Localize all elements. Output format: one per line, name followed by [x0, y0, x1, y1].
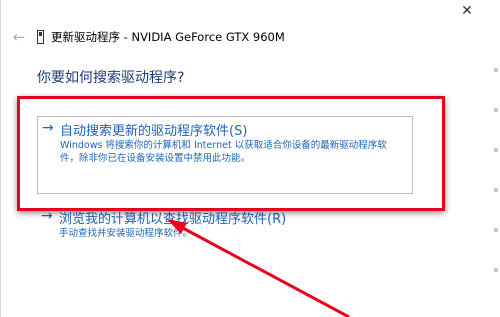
edge-tick [494, 108, 498, 112]
arrow-right-icon: → [41, 208, 53, 224]
search-question-heading: 你要如何搜索驱动程序? [37, 70, 185, 86]
back-button[interactable]: ← [9, 27, 29, 47]
edge-tick [494, 228, 498, 232]
right-edge-decoration [494, 68, 498, 308]
auto-search-option[interactable]: → 自动搜索更新的驱动程序软件(S) Windows 将搜索你的计算机和 Int… [37, 116, 413, 194]
browse-computer-option[interactable]: → 浏览我的计算机以查找驱动程序软件(R) 手动查找并安装驱动程序软件。 [37, 205, 413, 241]
auto-search-description: Windows 将搜索你的计算机和 Internet 以获取适合你设备的最新驱动… [60, 140, 387, 164]
edge-tick [494, 68, 498, 72]
back-arrow-icon: ← [12, 28, 26, 46]
dialog-title: 更新驱动程序 - NVIDIA GeForce GTX 960M [51, 30, 285, 44]
device-icon [37, 30, 44, 44]
update-driver-dialog: ✕ ← 更新驱动程序 - NVIDIA GeForce GTX 960M 你要如… [0, 0, 500, 317]
arrow-right-icon: → [42, 120, 54, 136]
edge-tick [494, 148, 498, 152]
close-button[interactable]: ✕ [452, 0, 482, 22]
auto-search-title: 自动搜索更新的驱动程序软件(S) [60, 124, 248, 139]
close-icon: ✕ [461, 3, 473, 19]
edge-tick [494, 188, 498, 192]
edge-tick [494, 268, 498, 272]
browse-computer-title: 浏览我的计算机以查找驱动程序软件(R) [59, 212, 287, 227]
browse-computer-description: 手动查找并安装驱动程序软件。 [59, 228, 193, 239]
